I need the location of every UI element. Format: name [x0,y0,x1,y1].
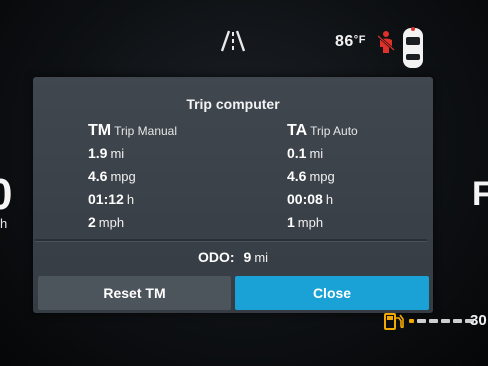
left-gauge-digit: 0 [0,170,13,219]
value: 4.6 [287,168,307,184]
odometer: ODO: 9 mi [33,249,433,267]
value: 00:08 [287,191,323,207]
close-button[interactable]: Close [235,276,429,310]
car-top-view-icon [403,27,423,68]
range-number: 30 [470,312,487,329]
unit: mph [98,215,125,230]
trip-manual-economy: 4.6 mpg [88,165,258,188]
fuel-segment [429,319,438,323]
trip-auto-speed: 1 mph [287,211,457,234]
trip-auto-economy: 4.6 mpg [287,165,457,188]
right-gauge-letter: F [472,175,488,213]
value: 1 [287,214,295,230]
trip-auto-header: TA Trip Auto [287,122,457,142]
lane-assist-icon [220,30,246,52]
trip-computer-dialog: Trip computer TM Trip Manual 1.9 mi 4.6 mpg… [33,77,433,313]
unit: mi [110,146,125,161]
fuel-pump-icon [384,313,404,330]
fuel-segment [409,319,414,323]
left-gauge-unit: h [0,216,8,231]
fuel-level-bar [409,319,474,323]
seatbelt-warning-icon [377,31,395,53]
trip-auto-name: Trip Auto [310,124,358,138]
value: 0.1 [287,145,307,161]
trip-manual-time: 01:12 h [88,188,258,211]
fuel-segment [441,319,450,323]
temperature-unit: °F [353,34,366,46]
unit: mpg [110,169,136,184]
trip-auto-column: TA Trip Auto 0.1 mi 4.6 mpg 00:08 h 1 mph [287,122,457,234]
divider [35,239,427,242]
fuel-segment [417,319,426,323]
trip-auto-abbr: TA [287,122,308,139]
trip-auto-distance: 0.1 mi [287,142,457,165]
trip-manual-distance: 1.9 mi [88,142,258,165]
outside-temperature: 86°F [335,33,366,51]
temperature-value: 86 [335,33,354,50]
odometer-label: ODO: [197,249,235,265]
trip-manual-header: TM Trip Manual [88,122,258,142]
value: 1.9 [88,145,108,161]
unit: mpg [309,169,335,184]
unit: mph [297,215,324,230]
trip-manual-column: TM Trip Manual 1.9 mi 4.6 mpg 01:12 h 2 mph [88,122,258,234]
trip-auto-time: 00:08 h [287,188,457,211]
trip-manual-speed: 2 mph [88,211,258,234]
odometer-unit: mi [254,250,269,265]
unit: h [325,192,334,207]
value: 4.6 [88,168,108,184]
dialog-title: Trip computer [186,96,280,112]
value: 01:12 [88,191,124,207]
odometer-value: 9 [243,249,252,265]
fuel-segment [453,319,462,323]
trip-manual-name: Trip Manual [114,124,178,138]
unit: mi [309,146,324,161]
unit: h [126,192,135,207]
reset-tm-button[interactable]: Reset TM [38,276,231,310]
value: 2 [88,214,96,230]
trip-manual-abbr: TM [88,122,112,139]
